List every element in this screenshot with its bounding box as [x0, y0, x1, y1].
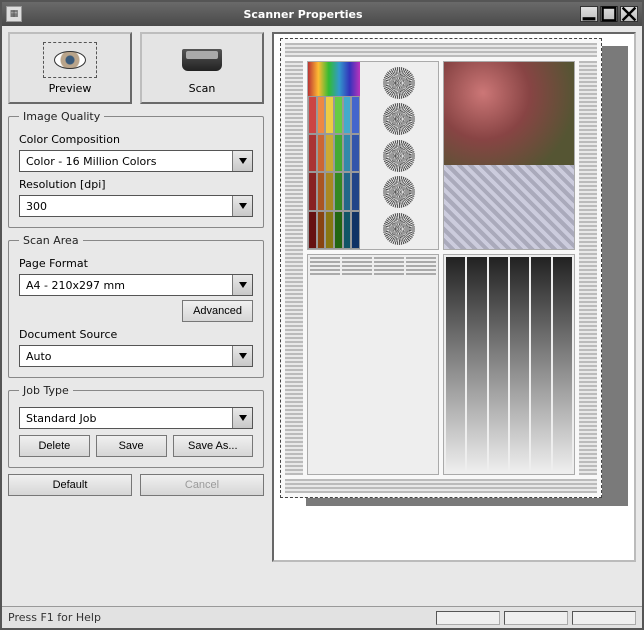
page-format-select[interactable]: A4 - 210x297 mm — [19, 274, 253, 296]
job-type-group: Job Type Standard Job Delete Save Save A… — [8, 384, 264, 468]
advanced-button-label: Advanced — [193, 305, 242, 317]
save-as-button-label: Save As... — [188, 440, 238, 452]
preview-page[interactable] — [280, 38, 602, 498]
scan-area-group: Scan Area Page Format A4 - 210x297 mm Ad… — [8, 234, 264, 378]
cancel-button-label: Cancel — [185, 479, 219, 491]
scanner-properties-window: ▦ Scanner Properties Preview Scan — [0, 0, 644, 630]
window-title: Scanner Properties — [28, 8, 578, 21]
titlebar: ▦ Scanner Properties — [2, 2, 642, 26]
minimize-icon — [581, 6, 597, 22]
document-source-value: Auto — [26, 350, 52, 363]
chevron-down-icon — [232, 196, 252, 216]
resolution-value: 300 — [26, 200, 47, 213]
image-quality-group: Image Quality Color Composition Color - … — [8, 110, 264, 228]
document-source-label: Document Source — [19, 328, 253, 341]
scan-button[interactable]: Scan — [140, 32, 264, 104]
chevron-down-icon — [232, 275, 252, 295]
image-quality-legend: Image Quality — [19, 110, 104, 123]
delete-button-label: Delete — [38, 440, 70, 452]
default-button[interactable]: Default — [8, 474, 132, 496]
job-type-value: Standard Job — [26, 412, 97, 425]
page-format-label: Page Format — [19, 257, 253, 270]
status-cell-1 — [436, 611, 500, 625]
color-composition-label: Color Composition — [19, 133, 253, 146]
default-button-label: Default — [53, 479, 88, 491]
scan-area-legend: Scan Area — [19, 234, 83, 247]
job-type-legend: Job Type — [19, 384, 73, 397]
page-format-value: A4 - 210x297 mm — [26, 279, 125, 292]
app-icon: ▦ — [6, 6, 22, 22]
save-as-button[interactable]: Save As... — [173, 435, 254, 457]
color-composition-value: Color - 16 Million Colors — [26, 155, 157, 168]
save-button-label: Save — [119, 440, 144, 452]
scan-button-label: Scan — [189, 82, 216, 95]
advanced-button[interactable]: Advanced — [182, 300, 253, 322]
main-content: Preview Scan Image Quality Color Composi… — [2, 26, 642, 606]
preview-button[interactable]: Preview — [8, 32, 132, 104]
controls-panel: Preview Scan Image Quality Color Composi… — [8, 32, 264, 600]
preview-panel — [272, 32, 636, 600]
chevron-down-icon — [232, 408, 252, 428]
delete-button[interactable]: Delete — [19, 435, 90, 457]
preview-icon — [43, 42, 97, 78]
resolution-label: Resolution [dpi] — [19, 178, 253, 191]
statusbar: Press F1 for Help — [2, 606, 642, 628]
status-help-text: Press F1 for Help — [8, 611, 101, 624]
job-type-select[interactable]: Standard Job — [19, 407, 253, 429]
close-icon — [621, 6, 637, 22]
maximize-icon — [601, 6, 617, 22]
maximize-button[interactable] — [600, 6, 618, 22]
save-button[interactable]: Save — [96, 435, 167, 457]
preview-frame — [272, 32, 636, 562]
close-button[interactable] — [620, 6, 638, 22]
chevron-down-icon — [232, 151, 252, 171]
document-source-select[interactable]: Auto — [19, 345, 253, 367]
status-cell-3 — [572, 611, 636, 625]
color-composition-select[interactable]: Color - 16 Million Colors — [19, 150, 253, 172]
minimize-button[interactable] — [580, 6, 598, 22]
status-cell-2 — [504, 611, 568, 625]
scan-icon — [175, 42, 229, 78]
resolution-select[interactable]: 300 — [19, 195, 253, 217]
chevron-down-icon — [232, 346, 252, 366]
cancel-button: Cancel — [140, 474, 264, 496]
preview-button-label: Preview — [49, 82, 92, 95]
